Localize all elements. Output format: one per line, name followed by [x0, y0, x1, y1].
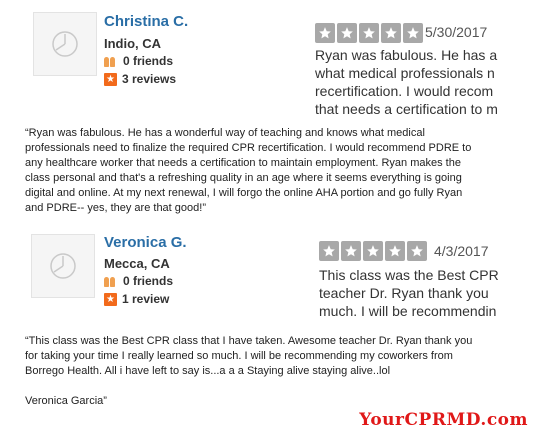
review-line — [25, 379, 525, 394]
snippet-line: This class was the Best CPR — [319, 267, 499, 283]
review-line: professionals need to finalize the requi… — [25, 142, 472, 154]
review-page: { "reviews": [ { "name": "Christina C.",… — [0, 0, 540, 437]
star-icon — [407, 241, 427, 261]
reviewer-location: Indio, CA — [104, 36, 162, 51]
friends-count: 0 friends — [104, 54, 173, 68]
review-line: and PDRE-- yes, they are that good!” — [25, 202, 206, 214]
review-line: digital and online. At my next renewal, … — [25, 187, 463, 199]
review-snippet: This class was the Best CPR teacher Dr. … — [319, 266, 500, 320]
reviews-count: ★ 3 reviews — [104, 72, 176, 86]
user-silhouette-icon — [52, 31, 78, 57]
review-star-icon: ★ — [104, 72, 117, 86]
review-snippet: Ryan was fabulous. He has a what medical… — [315, 46, 505, 118]
star-icon — [381, 23, 401, 43]
review-line: Veronica Garcia” — [25, 395, 107, 407]
friends-label: 0 friends — [123, 54, 174, 68]
review-line: “Ryan was fabulous. He has a wonderful w… — [25, 127, 425, 139]
friends-label: 0 friends — [123, 274, 174, 288]
reviews-label: 1 review — [122, 292, 170, 306]
snippet-line: much. I will be recommendin — [319, 303, 497, 319]
star-icon — [341, 241, 361, 261]
reviewer-name[interactable]: Christina C. — [104, 13, 188, 30]
review-line: any healthcare worker that needs a certi… — [25, 157, 461, 169]
avatar-christina[interactable] — [33, 12, 97, 76]
review-star-icon: ★ — [104, 292, 117, 306]
friends-icon — [104, 55, 118, 67]
review-full-text: “Ryan was fabulous. He has a wonderful w… — [25, 126, 525, 216]
star-icon — [315, 23, 335, 43]
star-rating — [319, 241, 427, 261]
review-line: class personal and that's a refreshing q… — [25, 172, 462, 184]
brand-watermark: YourCPRMD.com — [359, 410, 528, 430]
review-date: 4/3/2017 — [434, 243, 489, 259]
snippet-line: recertification. I would recom — [315, 83, 494, 99]
snippet-line: that needs a certification to m — [315, 101, 498, 117]
reviewer-name[interactable]: Veronica G. — [104, 234, 187, 251]
friends-count: 0 friends — [104, 274, 173, 288]
reviews-count: ★ 1 review — [104, 292, 169, 306]
snippet-line: Ryan was fabulous. He has a — [315, 47, 498, 63]
star-icon — [359, 23, 379, 43]
reviewer-location: Mecca, CA — [104, 256, 170, 271]
review-line: Borrego Health. All i have left to say i… — [25, 365, 391, 377]
reviews-label: 3 reviews — [122, 72, 177, 86]
review-full-text: “This class was the Best CPR class that … — [25, 334, 525, 409]
review-date: 5/30/2017 — [425, 24, 488, 40]
friends-icon — [104, 275, 118, 287]
star-icon — [385, 241, 405, 261]
star-icon — [319, 241, 339, 261]
review-line: “This class was the Best CPR class that … — [25, 335, 473, 347]
star-icon — [337, 23, 357, 43]
snippet-line: teacher Dr. Ryan thank you — [319, 285, 489, 301]
star-icon — [403, 23, 423, 43]
star-rating — [315, 23, 423, 43]
user-silhouette-icon — [50, 253, 76, 279]
review-line: for taking your time I really learned so… — [25, 350, 453, 362]
avatar-veronica[interactable] — [31, 234, 95, 298]
star-icon — [363, 241, 383, 261]
snippet-line: what medical professionals n — [315, 65, 495, 81]
